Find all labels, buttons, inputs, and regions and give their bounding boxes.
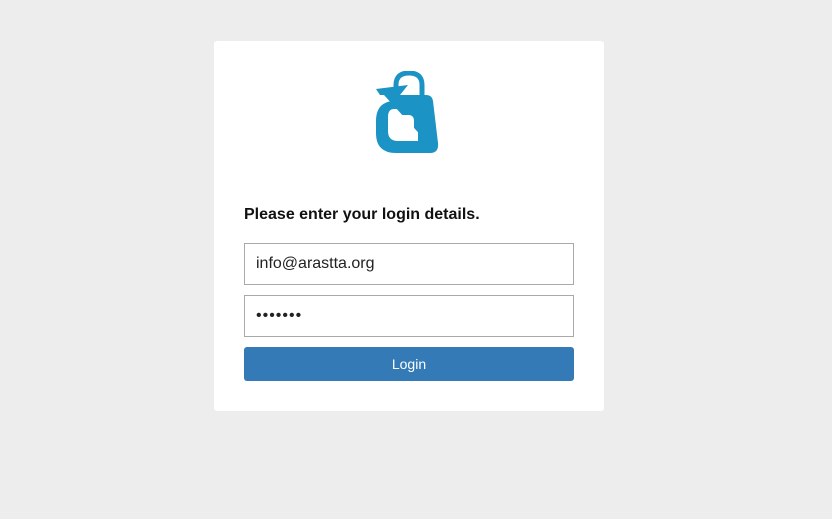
email-field[interactable] [244, 243, 574, 285]
login-heading: Please enter your login details. [244, 206, 480, 223]
arastta-logo-icon [374, 71, 444, 157]
password-field[interactable] [244, 295, 574, 337]
login-card: Please enter your login details. Login [214, 41, 604, 411]
login-button[interactable]: Login [244, 347, 574, 381]
